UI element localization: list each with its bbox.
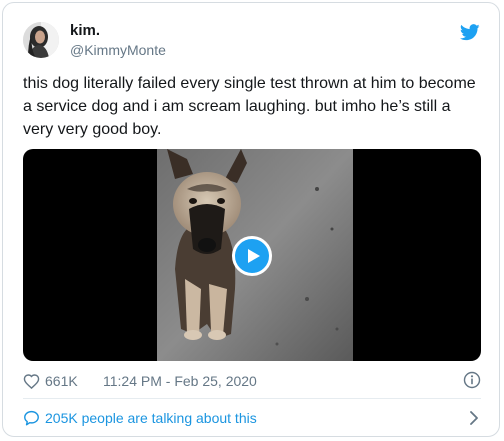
avatar[interactable] [23, 22, 59, 58]
like-count: 661K [45, 373, 78, 389]
tweet-card: kim. @KimmyMonte this dog literally fail… [2, 2, 500, 437]
tweet-text: this dog literally failed every single t… [23, 75, 476, 138]
video-player[interactable] [23, 149, 481, 361]
chat-bubble-icon [24, 410, 39, 426]
user-handle[interactable]: @KimmyMonte [70, 42, 166, 59]
like-button[interactable]: 661K [23, 371, 78, 391]
play-button[interactable] [232, 236, 272, 276]
play-icon [248, 249, 260, 263]
heart-icon [23, 374, 40, 389]
divider [23, 398, 481, 399]
info-icon[interactable] [463, 371, 481, 389]
conversation-label: 205K people are talking about this [45, 410, 257, 426]
tweet-meta: 661K 11:24 PM - Feb 25, 2020 [23, 371, 483, 391]
tweet-timestamp[interactable]: 11:24 PM - Feb 25, 2020 [103, 373, 257, 389]
chevron-right-icon [470, 411, 478, 425]
display-name[interactable]: kim. [70, 22, 100, 40]
conversation-link[interactable]: 205K people are talking about this [23, 407, 483, 429]
twitter-bird-icon[interactable] [460, 24, 480, 41]
